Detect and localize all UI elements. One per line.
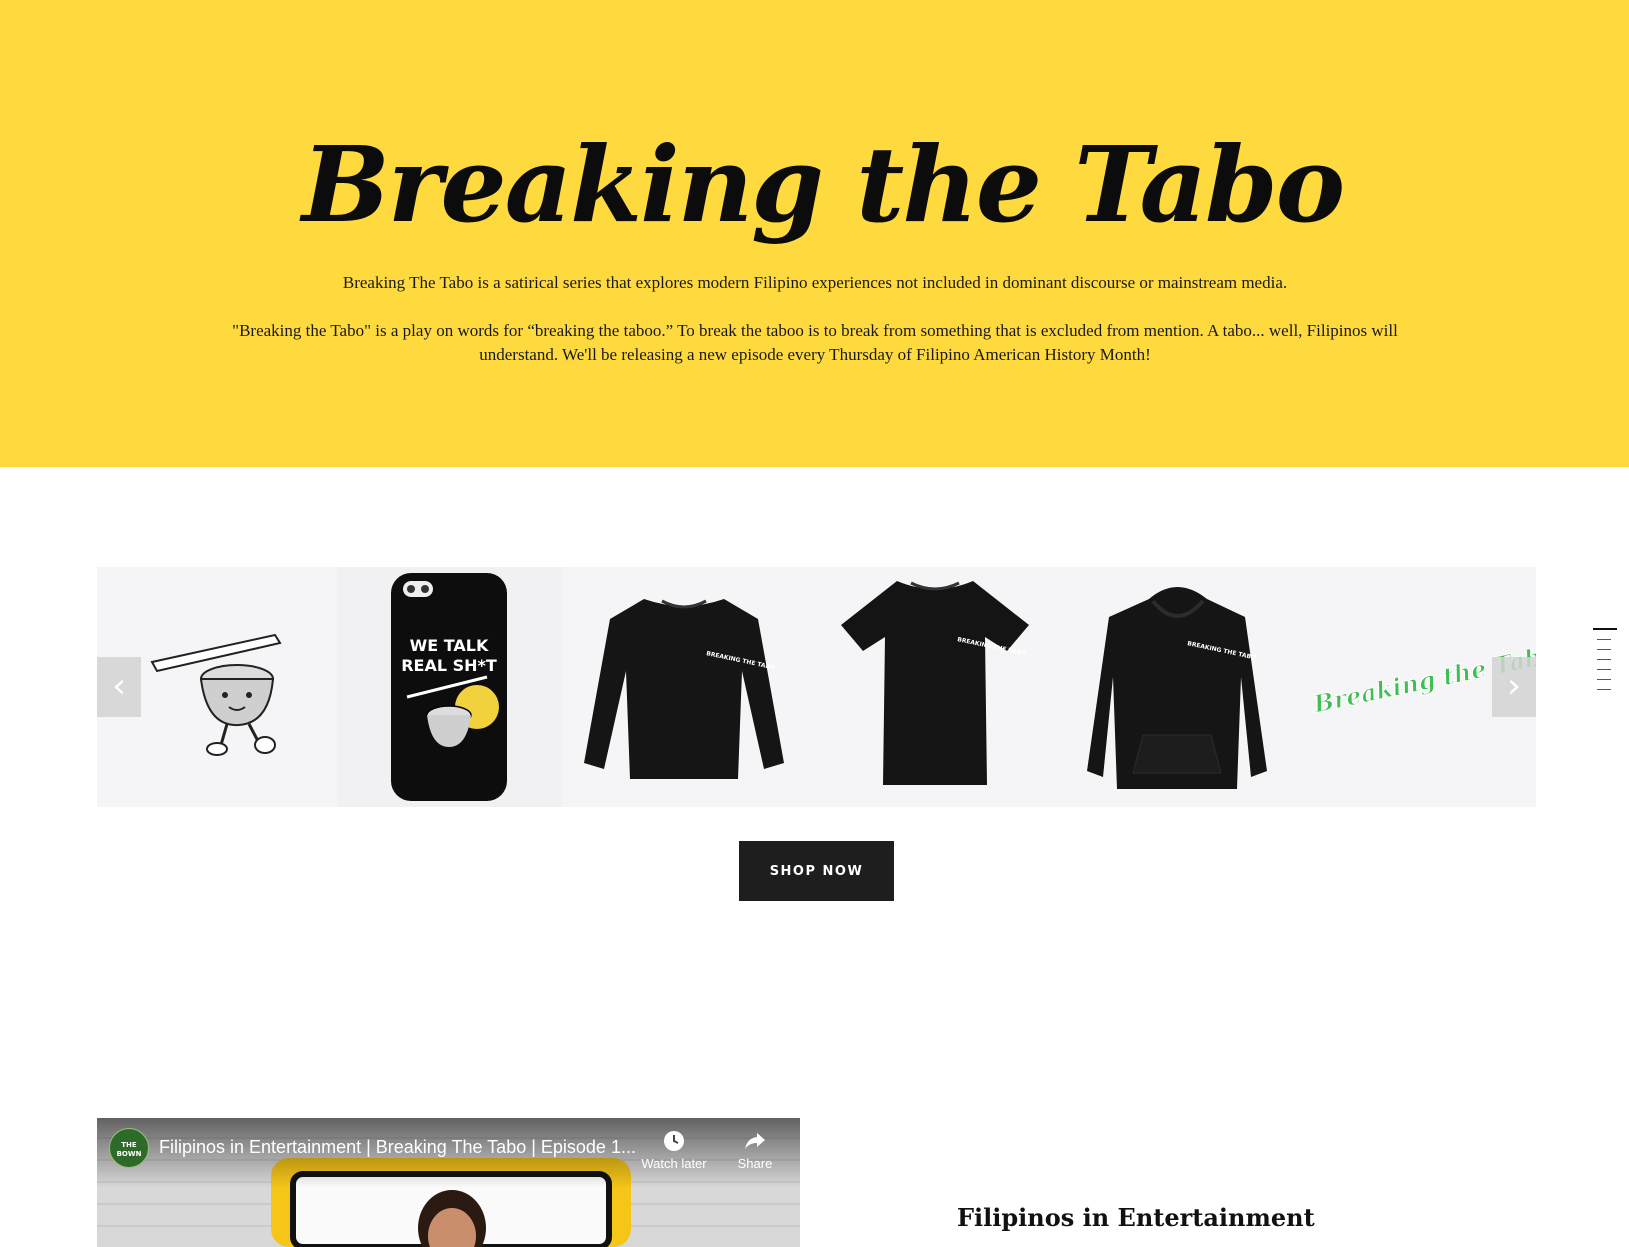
- clock-icon: [664, 1131, 684, 1151]
- section-indicator-2[interactable]: [1597, 639, 1611, 640]
- section-indicator-3[interactable]: [1597, 649, 1611, 650]
- long-sleeve-shirt-image: BREAKING THE TABO: [584, 599, 784, 779]
- episode-title: Filipinos in Entertainment: [957, 1202, 1315, 1232]
- phone-case-text-1: WE TALK: [410, 636, 489, 655]
- hero-title: Breaking the Tabo: [301, 122, 1345, 246]
- share-icon: [745, 1133, 765, 1149]
- slide-t-shirt[interactable]: BREAKING THE TABO: [807, 567, 1057, 807]
- shop-now-button[interactable]: SHOP NOW: [739, 841, 894, 901]
- slide-hoodie[interactable]: BREAKING THE TABO: [1057, 567, 1297, 807]
- merch-carousel[interactable]: WE TALK REAL SH*T BREAKING THE TABO BREA…: [97, 567, 1536, 807]
- slide-phone-case[interactable]: WE TALK REAL SH*T: [337, 567, 562, 807]
- phone-case-image: WE TALK REAL SH*T: [391, 573, 507, 801]
- channel-avatar[interactable]: THE BOWN: [109, 1128, 149, 1168]
- section-indicator-4[interactable]: [1597, 659, 1611, 660]
- phone-case-text-2: REAL SH*T: [401, 656, 497, 675]
- carousel-prev-button[interactable]: ‹: [97, 657, 141, 717]
- section-indicator-1[interactable]: [1593, 628, 1617, 630]
- youtube-video-embed[interactable]: THE BOWN Filipinos in Entertainment | Br…: [97, 1118, 800, 1247]
- hero-description-wordplay: "Breaking the Tabo" is a play on words f…: [232, 321, 1398, 364]
- hero-section: Breaking the Tabo Breaking The Tabo is a…: [0, 0, 1629, 467]
- share-button[interactable]: Share: [715, 1130, 795, 1171]
- slide-long-sleeve-shirt[interactable]: BREAKING THE TABO: [562, 567, 807, 807]
- share-label: Share: [737, 1156, 773, 1171]
- watch-later-label: Watch later: [641, 1156, 707, 1171]
- section-indicator-6[interactable]: [1597, 679, 1611, 680]
- section-indicator-nav: [1593, 628, 1617, 699]
- carousel-next-button[interactable]: ›: [1492, 657, 1536, 717]
- hero-description-intro: Breaking The Tabo is a satirical series …: [342, 273, 1288, 292]
- chevron-left-icon: ‹: [112, 666, 126, 706]
- hoodie-image: BREAKING THE TABO: [1087, 587, 1267, 789]
- section-indicator-5[interactable]: [1597, 669, 1611, 670]
- chevron-right-icon: ›: [1507, 666, 1521, 706]
- video-title[interactable]: Filipinos in Entertainment | Breaking Th…: [159, 1137, 639, 1158]
- section-indicator-7[interactable]: [1597, 689, 1611, 690]
- t-shirt-image: BREAKING THE TABO: [841, 581, 1029, 785]
- watch-later-button[interactable]: Watch later: [634, 1130, 714, 1171]
